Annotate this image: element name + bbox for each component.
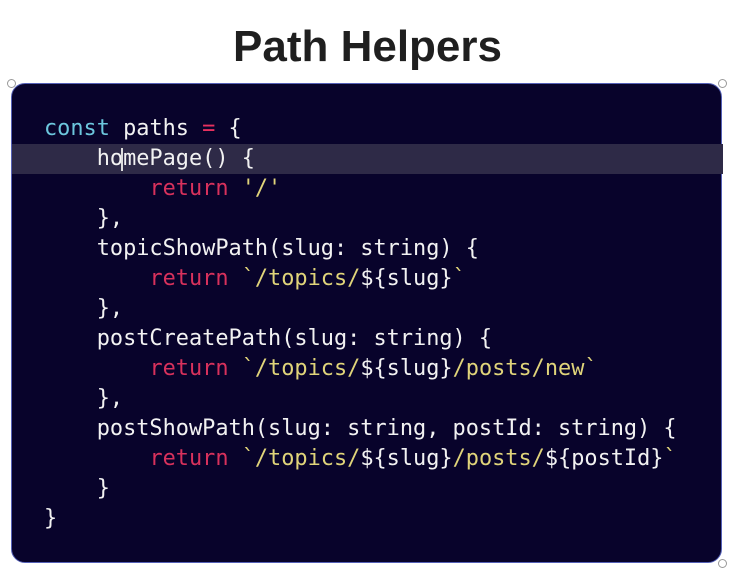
code-token: } <box>44 476 110 501</box>
code-line[interactable]: postCreatePath(slug: string) { <box>44 324 723 354</box>
code-token: `/topics/ <box>241 266 361 291</box>
code-block[interactable]: const paths = { homePage() { return '/' … <box>11 83 723 563</box>
code-line[interactable]: return '/' <box>44 174 723 204</box>
code-token: '/' <box>241 176 282 201</box>
code-token: ${postId} <box>544 446 664 471</box>
code-token: topicShowPath(slug: string) { <box>44 236 479 261</box>
code-line[interactable]: } <box>44 504 723 534</box>
code-token: }, <box>44 206 124 231</box>
code-token: }, <box>44 296 124 321</box>
code-line[interactable]: homePage() { <box>12 144 723 174</box>
slide-title: Path Helpers <box>233 22 502 71</box>
code-token: ${slug} <box>360 266 453 291</box>
code-line[interactable]: }, <box>44 294 723 324</box>
code-token: postShowPath(slug: string, postId: strin… <box>44 416 677 441</box>
code-line[interactable]: }, <box>44 384 723 414</box>
code-token: return <box>149 176 229 201</box>
code-token: /posts/new` <box>452 356 598 381</box>
code-line[interactable]: }, <box>44 204 723 234</box>
text-cursor <box>121 148 123 171</box>
code-line[interactable]: const paths = { <box>44 114 723 144</box>
code-line[interactable]: postShowPath(slug: string, postId: strin… <box>44 414 723 444</box>
code-token: homePage() { <box>44 146 255 171</box>
resize-handle-top-right[interactable] <box>718 79 727 88</box>
code-token: }, <box>44 386 124 411</box>
code-token: `/topics/ <box>241 446 361 471</box>
resize-handle-bottom-right[interactable] <box>718 559 727 568</box>
code-line[interactable]: } <box>44 474 723 504</box>
code-token: { <box>215 116 242 141</box>
code-line[interactable]: return `/topics/${slug}` <box>44 264 723 294</box>
code-token: const <box>44 116 110 141</box>
code-token: } <box>44 506 58 531</box>
code-token: /posts/ <box>452 446 545 471</box>
code-token: paths <box>109 116 203 141</box>
code-line[interactable]: return `/topics/${slug}/posts/${postId}` <box>44 444 723 474</box>
code-token: `/topics/ <box>241 356 361 381</box>
code-token: = <box>202 116 216 141</box>
code-token: ${slug} <box>360 356 453 381</box>
code-token: postCreatePath(slug: string) { <box>44 326 493 351</box>
code-token: ${slug} <box>360 446 453 471</box>
code-token: ` <box>452 266 466 291</box>
code-token: return <box>149 356 229 381</box>
code-line[interactable]: topicShowPath(slug: string) { <box>44 234 723 264</box>
resize-handle-top-left[interactable] <box>7 79 16 88</box>
code-line[interactable]: return `/topics/${slug}/posts/new` <box>44 354 723 384</box>
code-token: return <box>149 446 229 471</box>
code-token: return <box>149 266 229 291</box>
code-editor[interactable]: const paths = { homePage() { return '/' … <box>12 114 723 534</box>
code-token: ` <box>663 446 677 471</box>
